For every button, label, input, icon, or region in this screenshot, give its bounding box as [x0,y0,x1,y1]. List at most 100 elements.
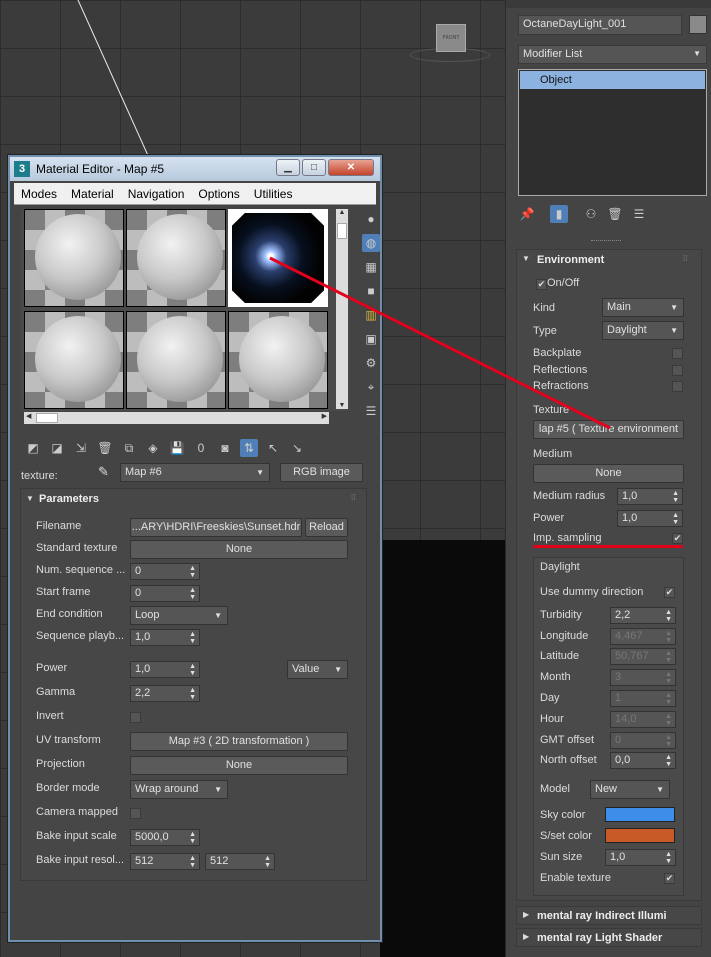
menu-material[interactable]: Material [71,187,114,201]
rollout-mr-light-shader[interactable]: ▶ mental ray Light Shader [516,928,702,947]
use-dummy-checkbox[interactable]: ✔ [664,587,675,598]
spinner-arrows-icon[interactable]: ▲ ▼ [672,489,679,504]
sequence-playback-spinner[interactable]: 1,0 ▲ ▼ [130,629,200,646]
model-dropdown[interactable]: New ▼ [590,780,670,799]
medium-map-button[interactable]: None [533,464,684,483]
menu-options[interactable]: Options [198,187,239,201]
scroll-thumb[interactable] [337,223,347,239]
invert-checkbox[interactable] [130,712,141,723]
scroll-right-icon[interactable]: ▶ [322,412,327,420]
spinner-arrows-icon[interactable]: ▲ ▼ [665,691,672,706]
spinner-arrows-icon[interactable]: ▲ ▼ [189,662,196,677]
modifier-list-dropdown[interactable]: Modifier List ▼ [518,45,707,64]
map-name-dropdown[interactable]: Map #6 ▼ [120,463,270,482]
border-mode-dropdown[interactable]: Wrap around ▼ [130,780,228,799]
video-color-check-icon[interactable]: ▥ [362,306,380,324]
spinner-arrows-icon[interactable]: ▲ ▼ [665,670,672,685]
modifier-stack[interactable]: Object [518,69,707,196]
spinner-arrows-icon[interactable]: ▲ ▼ [264,854,271,869]
configure-sets-icon[interactable]: ☰ [630,205,648,223]
imp-sampling-checkbox[interactable]: ✔ [672,533,683,544]
show-end-result-icon[interactable]: ⇅ [240,439,258,457]
spinner-arrows-icon[interactable]: ▲ ▼ [189,630,196,645]
standard-texture-button[interactable]: None [130,540,348,559]
filename-button[interactable]: ...ARY\HDRI\Freeskies\Sunset.hdr [130,518,302,537]
uv-transform-button[interactable]: Map #3 ( 2D transformation ) [130,732,348,751]
latitude-spinner[interactable]: 50,767 ▲ ▼ [610,648,676,665]
sky-color-swatch[interactable] [605,807,675,822]
select-by-material-icon[interactable]: ⌖ [362,378,380,396]
spinner-arrows-icon[interactable]: ▲ ▼ [189,830,196,845]
scroll-thumb[interactable] [36,413,58,423]
spinner-arrows-icon[interactable]: ▲ ▼ [189,686,196,701]
texture-map-button[interactable]: lap #5 ( Texture environment [533,420,684,439]
collapse-arrow-icon[interactable]: ▼ [26,494,34,503]
type-dropdown[interactable]: Daylight ▼ [602,321,684,340]
go-to-parent-icon[interactable]: ↖ [264,439,282,457]
material-id-icon[interactable]: 0 [192,439,210,457]
viewcube[interactable]: FRONT [436,24,466,52]
bake-resolution-x-spinner[interactable]: 512 ▲ ▼ [130,853,200,870]
power-mode-dropdown[interactable]: Value ▼ [287,660,348,679]
sample-slot[interactable] [228,311,328,409]
options-icon[interactable]: ⚙ [362,354,380,372]
sample-slot[interactable] [126,311,226,409]
power-spinner[interactable]: 1,0 ▲ ▼ [130,661,200,678]
minimize-button[interactable]: ▁ [276,159,300,176]
gamma-spinner[interactable]: 2,2 ▲ ▼ [130,685,200,702]
scroll-up-icon[interactable]: ▲ [336,209,348,221]
spinner-arrows-icon[interactable]: ▲ ▼ [665,753,672,768]
environment-title[interactable]: Environment [537,254,604,266]
reload-button[interactable]: Reload [305,518,348,537]
show-end-result-icon[interactable]: ▮ [550,205,568,223]
projection-button[interactable]: None [130,756,348,775]
bake-resolution-y-spinner[interactable]: 512 ▲ ▼ [205,853,275,870]
camera-mapped-checkbox[interactable] [130,808,141,819]
map-type-button[interactable]: RGB image [280,463,363,482]
command-panel-tabs[interactable] [506,0,711,8]
scroll-left-icon[interactable]: ◀ [26,412,31,420]
spinner-arrows-icon[interactable]: ▲ ▼ [189,586,196,601]
close-button[interactable]: ✕ [328,159,374,176]
sample-slot[interactable] [126,209,226,307]
month-spinner[interactable]: 3 ▲ ▼ [610,669,676,686]
gmt-offset-spinner[interactable]: 0 ▲ ▼ [610,732,676,749]
bake-input-scale-spinner[interactable]: 5000,0 ▲ ▼ [130,829,200,846]
maximize-button[interactable]: □ [302,159,326,176]
parameters-title[interactable]: Parameters [39,493,99,505]
stack-item-object[interactable]: Object [520,71,705,89]
medium-radius-spinner[interactable]: 1,0 ▲ ▼ [617,488,683,505]
collapse-arrow-icon[interactable]: ▼ [522,254,530,263]
copy-material-icon[interactable]: ⧉ [120,439,138,457]
spinner-arrows-icon[interactable]: ▲ ▼ [665,712,672,727]
splitter-handle[interactable] [591,240,621,244]
go-forward-sibling-icon[interactable]: ↘ [288,439,306,457]
make-unique-icon[interactable]: ⚇ [582,205,600,223]
assign-to-selection-icon[interactable]: ⇲ [72,439,90,457]
sample-slot-active[interactable] [228,209,328,307]
show-in-viewport-icon[interactable]: ◙ [216,439,234,457]
put-to-library-icon[interactable]: 💾 [168,439,186,457]
backplate-checkbox[interactable] [672,348,683,359]
slots-vscrollbar[interactable]: ▲ ▼ [336,209,348,409]
put-to-scene-icon[interactable]: ◪ [48,439,66,457]
spinner-arrows-icon[interactable]: ▲ ▼ [665,733,672,748]
num-sequence-spinner[interactable]: 0 ▲ ▼ [130,563,200,580]
backlight-icon[interactable]: ◍ [362,234,380,252]
spinner-arrows-icon[interactable]: ▲ ▼ [672,511,679,526]
hour-spinner[interactable]: 14,0 ▲ ▼ [610,711,676,728]
kind-dropdown[interactable]: Main ▼ [602,298,684,317]
spinner-arrows-icon[interactable]: ▲ ▼ [665,850,672,865]
background-icon[interactable]: ▦ [362,258,380,276]
get-material-icon[interactable]: ◩ [24,439,42,457]
sample-type-icon[interactable]: ● [362,210,380,228]
reflections-checkbox[interactable] [672,365,683,376]
pin-stack-icon[interactable]: 📌 [518,205,536,223]
day-spinner[interactable]: 1 ▲ ▼ [610,690,676,707]
eyedropper-icon[interactable]: ✎ [98,464,109,480]
north-offset-spinner[interactable]: 0,0 ▲ ▼ [610,752,676,769]
spinner-arrows-icon[interactable]: ▲ ▼ [189,564,196,579]
turbidity-spinner[interactable]: 2,2 ▲ ▼ [610,607,676,624]
rollout-mr-indirect[interactable]: ▶ mental ray Indirect Illumi [516,906,702,925]
menu-modes[interactable]: Modes [21,187,57,201]
